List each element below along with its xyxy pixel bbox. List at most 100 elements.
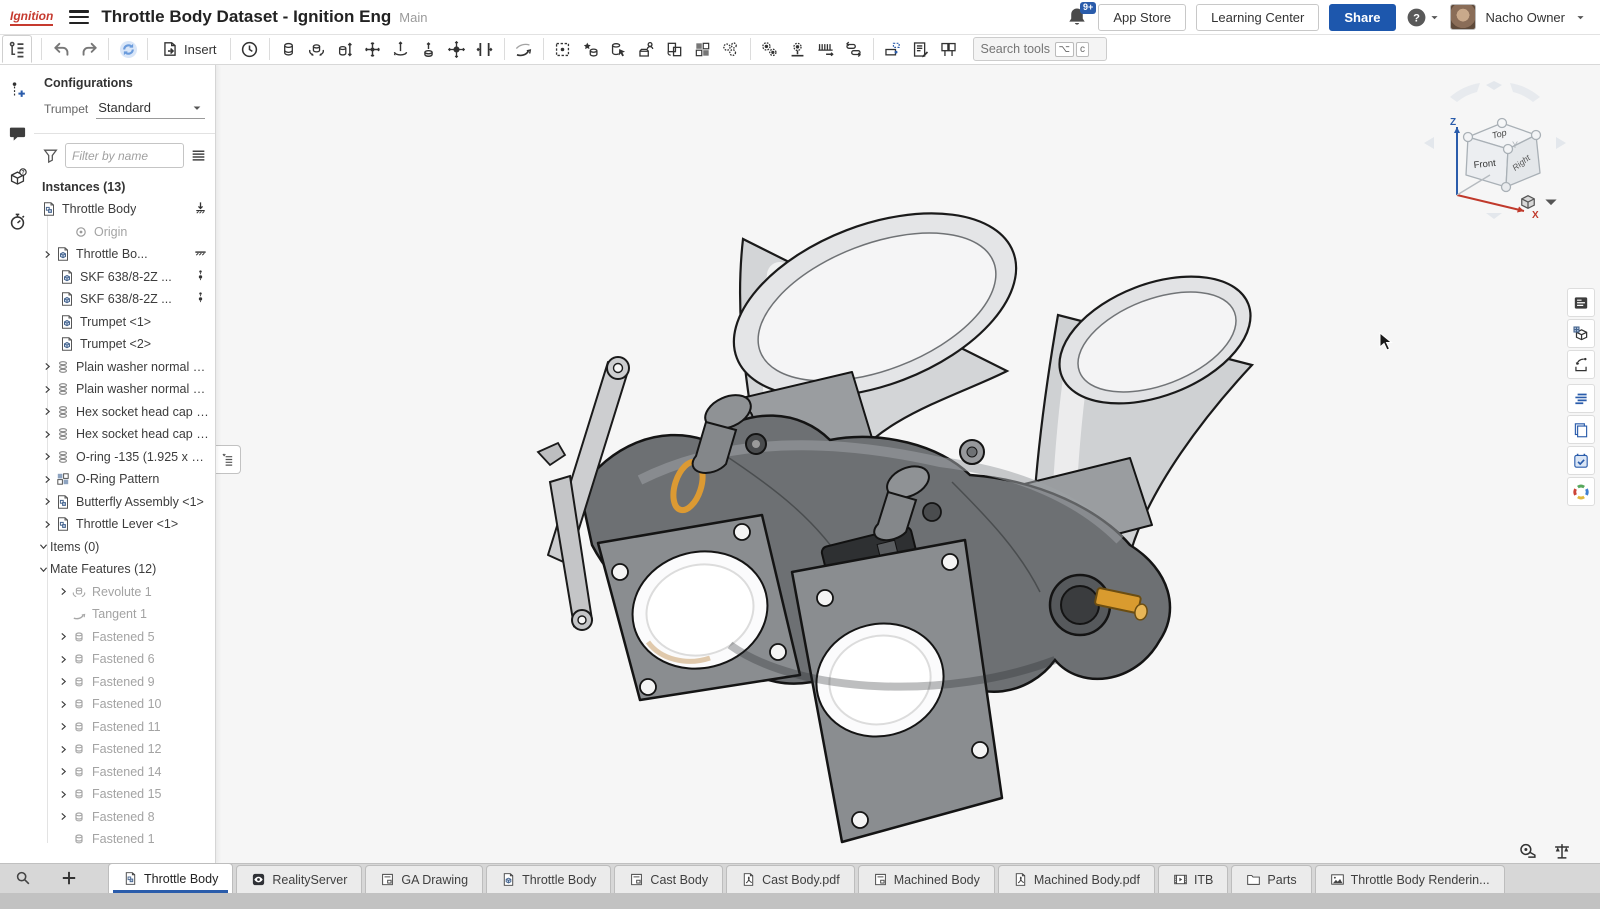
chevron-right-icon[interactable]: [40, 517, 54, 531]
tree-item-skf-bearing-2[interactable]: SKF 638/8-2Z ...: [34, 288, 215, 311]
bill-of-materials-button[interactable]: [907, 36, 935, 62]
tree-item-fastened-8[interactable]: Fastened 8: [34, 806, 215, 829]
tree-item-hex-socket-screw-1[interactable]: Hex socket head cap s...: [34, 401, 215, 424]
slider-mate-button[interactable]: [331, 36, 359, 62]
tangent-mate-button[interactable]: [510, 36, 538, 62]
tab-throttle-body-partstudio[interactable]: Throttle Body: [486, 865, 611, 893]
screw-relation-button[interactable]: [840, 36, 868, 62]
gear-relation-button[interactable]: [756, 36, 784, 62]
insert-button[interactable]: Insert: [153, 37, 225, 61]
parallel-mate-button[interactable]: [471, 36, 499, 62]
assembly-tree-toggle-button[interactable]: [2, 35, 32, 63]
planar-mate-button[interactable]: [359, 36, 387, 62]
chevron-right-icon[interactable]: [40, 495, 54, 509]
user-menu[interactable]: Nacho Owner: [1486, 10, 1565, 25]
chevron-down-icon[interactable]: [36, 540, 50, 554]
tree-item-throttle-body[interactable]: Throttle Bo...: [34, 243, 215, 266]
view-options-button[interactable]: [1518, 192, 1561, 212]
chevron-right-icon[interactable]: [56, 697, 70, 711]
rigid-parts-button[interactable]: [605, 36, 633, 62]
tree-item-butterfly-assembly[interactable]: Butterfly Assembly <1>: [34, 491, 215, 514]
tree-item-fastened-1[interactable]: Fastened 1: [34, 828, 215, 851]
chevron-right-icon[interactable]: [40, 382, 54, 396]
tab-machined-body[interactable]: Machined Body: [858, 865, 995, 893]
chevron-right-icon[interactable]: [56, 675, 70, 689]
chevron-right-icon[interactable]: [56, 630, 70, 644]
tree-section-items[interactable]: Items (0): [34, 536, 215, 559]
revolute-mate-button[interactable]: [303, 36, 331, 62]
filter-icon[interactable]: [42, 147, 59, 164]
chevron-down-icon[interactable]: [36, 562, 50, 576]
transfer-parts-button[interactable]: [661, 36, 689, 62]
tasks-panel-button[interactable]: [1567, 446, 1595, 475]
pattern-button[interactable]: [689, 36, 717, 62]
chevron-right-icon[interactable]: [56, 652, 70, 666]
model-info-button[interactable]: ?: [4, 164, 30, 190]
tree-item-fastened-5[interactable]: Fastened 5: [34, 626, 215, 649]
mate-connector-button[interactable]: [549, 36, 577, 62]
search-tabs-button[interactable]: [14, 869, 34, 889]
lifecycle-panel-button[interactable]: [1567, 477, 1595, 506]
undo-button[interactable]: [47, 36, 75, 62]
throttle-body-model[interactable]: [520, 190, 1260, 860]
measure-tool-button[interactable]: [1518, 841, 1538, 861]
user-avatar[interactable]: [1450, 4, 1476, 30]
trumpet-config-select[interactable]: Standard: [96, 98, 205, 119]
tree-item-throttle-lever[interactable]: Throttle Lever <1>: [34, 513, 215, 536]
tree-item-skf-bearing-1[interactable]: SKF 638/8-2Z ...: [34, 266, 215, 289]
tab-throttle-body-assembly[interactable]: Throttle Body: [108, 863, 233, 893]
tab-realityserver[interactable]: RealityServer: [236, 865, 362, 893]
chevron-right-icon[interactable]: [56, 742, 70, 756]
update-button[interactable]: [114, 36, 142, 62]
tree-item-fastened-10[interactable]: Fastened 10: [34, 693, 215, 716]
chevron-right-icon[interactable]: [40, 450, 54, 464]
tab-throttle-body-rendering[interactable]: Throttle Body Renderin...: [1315, 865, 1505, 893]
ball-mate-button[interactable]: [443, 36, 471, 62]
tree-item-trumpet-1[interactable]: Trumpet <1>: [34, 311, 215, 334]
search-tools-input[interactable]: [979, 41, 1053, 57]
tab-ga-drawing[interactable]: GA Drawing: [365, 865, 483, 893]
notifications-button[interactable]: 9+: [1066, 6, 1088, 28]
filter-input[interactable]: [65, 143, 184, 168]
fastened-mate-button[interactable]: [275, 36, 303, 62]
linear-relation-button[interactable]: [812, 36, 840, 62]
chevron-right-icon[interactable]: [40, 360, 54, 374]
tab-cast-body-pdf[interactable]: Cast Body.pdf: [726, 865, 855, 893]
mass-properties-button[interactable]: [1552, 841, 1572, 861]
configuration-panel-button[interactable]: [1567, 319, 1595, 348]
chevron-right-icon[interactable]: [56, 585, 70, 599]
main-menu-button[interactable]: [69, 10, 89, 24]
tree-item-fastened-11[interactable]: Fastened 11: [34, 716, 215, 739]
tab-itb[interactable]: ITB: [1158, 865, 1228, 893]
tree-item-fastened-6[interactable]: Fastened 6: [34, 648, 215, 671]
tree-item-origin[interactable]: Origin: [34, 221, 215, 244]
cylindrical-mate-button[interactable]: [387, 36, 415, 62]
chevron-right-icon[interactable]: [40, 427, 54, 441]
tree-item-o-ring[interactable]: O-ring -135 (1.925 x 0....: [34, 446, 215, 469]
tree-item-fastened-9[interactable]: Fastened 9: [34, 671, 215, 694]
tree-item-tangent-1[interactable]: Tangent 1: [34, 603, 215, 626]
tree-section-mate-features[interactable]: Mate Features (12): [34, 558, 215, 581]
bom-panel-button[interactable]: [1567, 288, 1595, 317]
tree-item-plain-washer-1[interactable]: Plain washer normal g...: [34, 356, 215, 379]
chevron-right-icon[interactable]: [40, 247, 54, 261]
tree-item-fastened-14[interactable]: Fastened 14: [34, 761, 215, 784]
group-button[interactable]: [577, 36, 605, 62]
in-context-button[interactable]: [1567, 350, 1595, 379]
named-views-button[interactable]: [935, 36, 963, 62]
add-tab-button[interactable]: [60, 869, 80, 889]
comments-button[interactable]: [4, 120, 30, 146]
tree-item-fastened-15[interactable]: Fastened 15: [34, 783, 215, 806]
help-menu-button[interactable]: ?: [1406, 7, 1440, 28]
tree-item-o-ring-pattern[interactable]: O-Ring Pattern: [34, 468, 215, 491]
tree-item-throttle-body-root[interactable]: Throttle Body: [34, 198, 215, 221]
3d-viewport[interactable]: Top Front Right Z X Y: [34, 64, 1600, 864]
redo-button[interactable]: [75, 36, 103, 62]
pin-slot-mate-button[interactable]: [415, 36, 443, 62]
chevron-right-icon[interactable]: [40, 472, 54, 486]
chevron-right-icon[interactable]: [56, 787, 70, 801]
exploded-view-button[interactable]: [879, 36, 907, 62]
performance-button[interactable]: [4, 208, 30, 234]
panel-flyout-handle[interactable]: [215, 445, 241, 474]
tab-cast-body[interactable]: Cast Body: [614, 865, 723, 893]
